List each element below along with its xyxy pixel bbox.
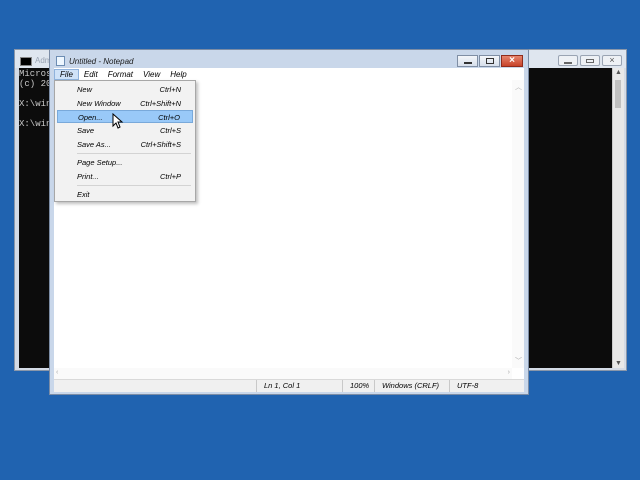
scroll-up-icon[interactable]: ︿ <box>515 82 522 92</box>
menu-item-new[interactable]: New Ctrl+N <box>57 83 193 96</box>
menu-item-save[interactable]: Save Ctrl+S <box>57 124 193 137</box>
menu-item-label: Page Setup... <box>77 158 123 167</box>
menu-separator <box>77 185 191 186</box>
menu-item-label: New Window <box>77 99 121 108</box>
menu-format[interactable]: Format <box>103 70 138 79</box>
console-scroll-thumb[interactable] <box>615 80 621 108</box>
minimize-button[interactable] <box>457 55 478 67</box>
menu-item-label: Save As... <box>77 140 111 149</box>
menu-item-exit[interactable]: Exit <box>57 188 193 201</box>
menu-view[interactable]: View <box>138 70 165 79</box>
menu-item-new-window[interactable]: New Window Ctrl+Shift+N <box>57 97 193 110</box>
window-title: Untitled - Notepad <box>69 57 134 66</box>
notepad-title-bar[interactable]: Untitled - Notepad × <box>50 50 528 68</box>
menu-item-save-as[interactable]: Save As... Ctrl+Shift+S <box>57 138 193 151</box>
menu-item-shortcut: Ctrl+Shift+N <box>140 99 181 108</box>
menu-file[interactable]: File <box>54 68 79 80</box>
file-menu-dropdown: New Ctrl+N New Window Ctrl+Shift+N Open.… <box>54 80 196 202</box>
cursor-position: Ln 1, Col 1 <box>256 380 342 392</box>
scroll-down-icon[interactable]: ﹀ <box>515 356 522 366</box>
console-window-icon <box>20 57 32 66</box>
close-button[interactable]: × <box>501 55 523 67</box>
menu-item-open[interactable]: Open... Ctrl+O <box>57 110 193 123</box>
scroll-up-icon[interactable]: ▲ <box>615 69 622 76</box>
menu-item-shortcut: Ctrl+O <box>158 113 180 122</box>
menu-item-shortcut: Ctrl+P <box>159 172 181 181</box>
minimize-icon <box>464 62 472 64</box>
notepad-icon <box>56 56 65 66</box>
menu-help[interactable]: Help <box>165 70 191 79</box>
console-maximize-button[interactable] <box>580 55 600 66</box>
menu-bar: File Edit Format View Help <box>54 68 524 80</box>
menu-item-page-setup[interactable]: Page Setup... <box>57 156 193 169</box>
menu-item-label: New <box>77 85 93 94</box>
vertical-scrollbar[interactable]: ︿ ﹀ <box>512 80 524 368</box>
menu-item-shortcut: Ctrl+N <box>159 85 181 94</box>
console-line: X:\win <box>19 119 52 129</box>
menu-item-print[interactable]: Print... Ctrl+P <box>57 170 193 183</box>
menu-edit[interactable]: Edit <box>79 70 103 79</box>
scroll-right-icon[interactable]: › <box>508 369 510 376</box>
line-ending: Windows (CRLF) <box>374 380 449 392</box>
console-line: Micros <box>19 69 52 79</box>
menu-separator <box>77 153 191 154</box>
console-scrollbar[interactable]: ▲ ▼ <box>612 68 624 368</box>
encoding: UTF-8 <box>449 380 519 392</box>
scroll-down-icon[interactable]: ▼ <box>615 360 622 367</box>
maximize-button[interactable] <box>479 55 500 67</box>
console-line: X:\win <box>19 99 52 109</box>
maximize-icon <box>486 58 494 64</box>
close-icon: × <box>509 55 515 66</box>
menu-item-label: Print... <box>77 172 99 181</box>
menu-item-label: Open... <box>78 113 103 122</box>
menu-item-shortcut: Ctrl+Shift+S <box>140 140 181 149</box>
menu-item-label: Exit <box>77 190 90 199</box>
console-close-button[interactable]: × <box>602 55 622 66</box>
scroll-left-icon[interactable]: ‹ <box>56 369 58 376</box>
status-bar: Ln 1, Col 1 100% Windows (CRLF) UTF-8 <box>54 379 524 392</box>
console-line: (c) 20 <box>19 79 52 89</box>
menu-item-shortcut: Ctrl+S <box>159 126 181 135</box>
console-minimize-button[interactable] <box>558 55 578 66</box>
mouse-pointer-icon <box>112 113 124 129</box>
menu-item-label: Save <box>77 126 95 135</box>
zoom-level: 100% <box>342 380 374 392</box>
